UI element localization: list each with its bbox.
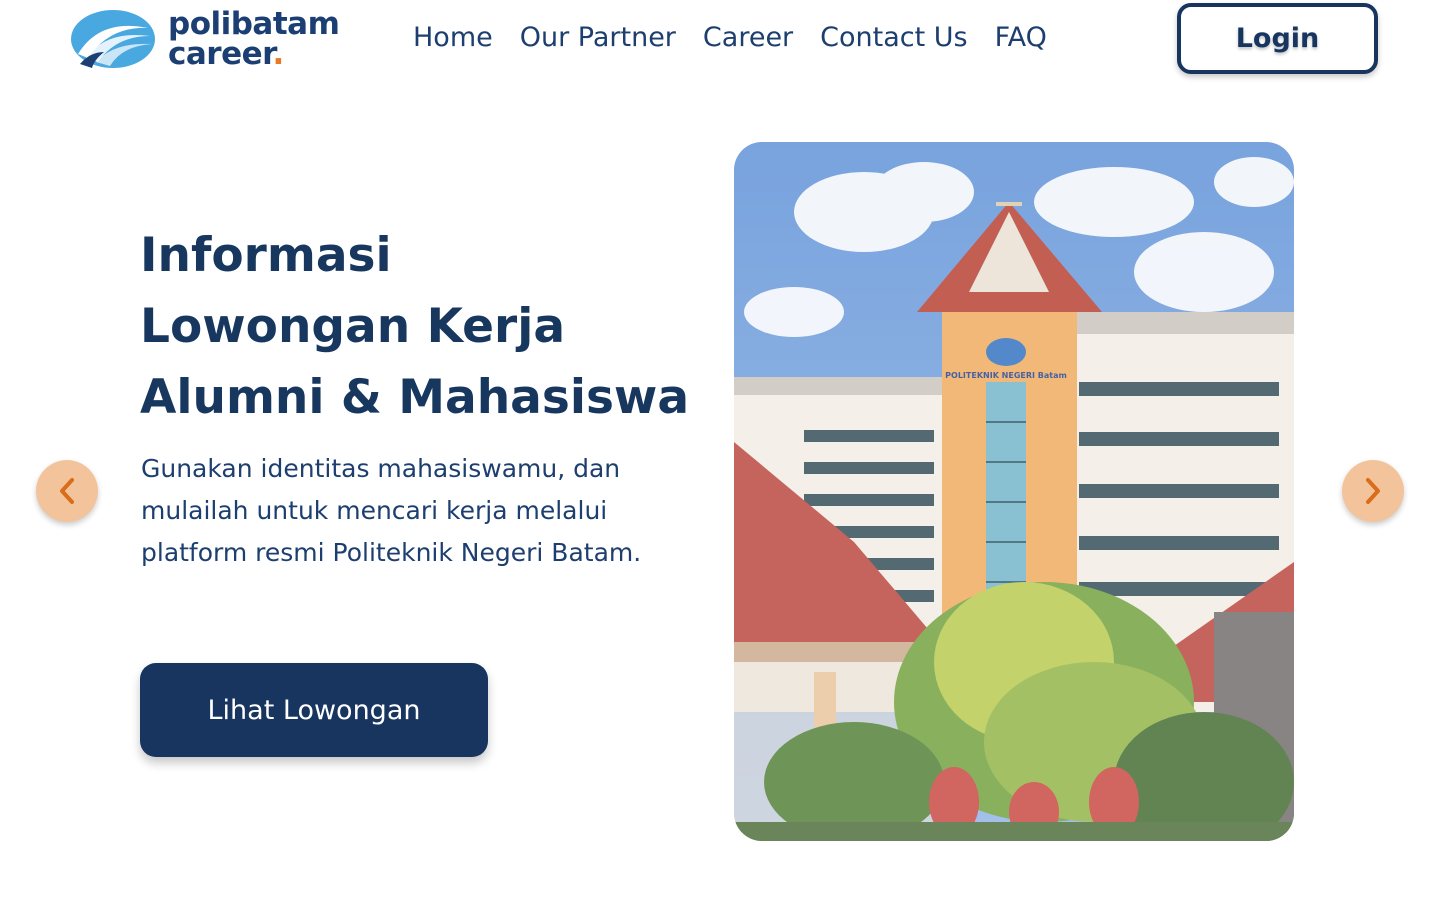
landing-page: polibatam career. Home Our Partner Caree… <box>0 0 1440 912</box>
logo-dot: . <box>272 36 285 72</box>
logo-text-line1: polibatam <box>168 6 340 42</box>
logo-text-line2: career. <box>168 36 285 72</box>
main-nav: Home Our Partner Career Contact Us FAQ <box>413 20 1047 56</box>
site-logo[interactable]: polibatam career. <box>70 6 340 72</box>
nav-faq[interactable]: FAQ <box>995 20 1047 56</box>
campus-photo: POLITEKNIK NEGERI Batam <box>734 142 1294 841</box>
logo-mark-icon <box>71 10 155 68</box>
nav-our-partner[interactable]: Our Partner <box>520 20 676 56</box>
hero-title: Informasi Lowongan Kerja Alumni & Mahasi… <box>140 220 730 433</box>
hero-title-line-3: Alumni & Mahasiswa <box>140 370 690 425</box>
view-jobs-button[interactable]: Lihat Lowongan <box>140 663 488 757</box>
carousel-prev-button[interactable] <box>36 460 98 522</box>
hero-title-line-2: Lowongan Kerja <box>140 299 566 354</box>
hero-description: Gunakan identitas mahasiswamu, dan mulai… <box>141 454 642 567</box>
login-button[interactable]: Login <box>1177 3 1378 74</box>
nav-contact-us[interactable]: Contact Us <box>820 20 967 56</box>
chevron-right-icon <box>1366 478 1380 504</box>
carousel-next-button[interactable] <box>1342 460 1404 522</box>
hero-title-line-1: Informasi <box>140 228 392 283</box>
nav-career[interactable]: Career <box>703 20 793 56</box>
campus-building-image: POLITEKNIK NEGERI Batam <box>734 142 1294 841</box>
chevron-left-icon <box>60 478 74 504</box>
nav-home[interactable]: Home <box>413 20 493 56</box>
